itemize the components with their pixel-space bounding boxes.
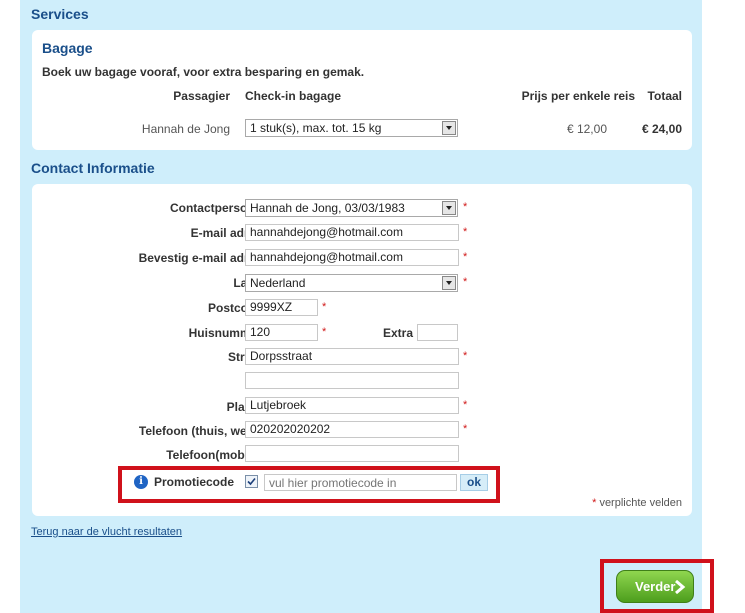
back-to-results-link[interactable]: Terug naar de vlucht resultaten [31, 526, 182, 538]
plaats-field[interactable]: Lutjebroek [245, 397, 459, 414]
chevron-down-icon [442, 201, 456, 215]
contactpersoon-select[interactable]: Hannah de Jong, 03/03/1983 [245, 199, 458, 217]
required-mark: * [322, 326, 327, 338]
required-note: * verplichte velden [592, 497, 682, 509]
chevron-down-icon [442, 276, 456, 290]
land-value: Nederland [250, 276, 306, 290]
contactpersoon-value: Hannah de Jong, 03/03/1983 [250, 201, 405, 215]
chevron-right-icon [675, 580, 686, 594]
verder-button[interactable]: Verder [616, 570, 694, 603]
required-mark: * [463, 350, 468, 362]
checkin-bagage-select[interactable]: 1 stuk(s), max. tot. 15 kg [245, 119, 458, 137]
huisnummer-field[interactable]: 120 [245, 324, 318, 341]
telefoon-field[interactable]: 020202020202 [245, 421, 459, 438]
header-passenger: Passagier [173, 89, 230, 103]
straat-field-2[interactable] [245, 372, 459, 389]
required-mark: * [463, 423, 468, 435]
checkin-bagage-value: 1 stuk(s), max. tot. 15 kg [250, 121, 382, 135]
email-confirm-label: Bevestig e-mail adres [138, 251, 262, 265]
postcode-field[interactable]: 9999XZ [245, 299, 318, 316]
contact-title: Contact Informatie [31, 160, 155, 176]
required-mark: * [463, 399, 468, 411]
telefoon-mobiel-field[interactable] [245, 445, 459, 462]
bagage-title: Bagage [42, 40, 93, 56]
email-field[interactable]: hannahdejong@hotmail.com [245, 224, 459, 241]
extra-field[interactable] [417, 324, 458, 341]
promo-highlight-box [118, 466, 500, 503]
required-mark: * [322, 301, 327, 313]
verder-label: Verder [635, 579, 676, 594]
required-mark: * [463, 226, 468, 238]
required-mark: * [463, 251, 468, 263]
header-checkin: Check-in bagage [245, 89, 342, 103]
header-price: Prijs per enkele reis [521, 89, 635, 103]
header-total: Totaal [647, 89, 682, 103]
required-mark: * [463, 276, 468, 288]
services-title: Services [31, 6, 89, 22]
land-select[interactable]: Nederland [245, 274, 458, 292]
chevron-down-icon [442, 121, 456, 135]
bagage-passenger-name: Hannah de Jong [141, 122, 230, 136]
email-confirm-field[interactable]: hannahdejong@hotmail.com [245, 249, 459, 266]
telefoon-label: Telefoon (thuis, werk) [138, 424, 262, 438]
bagage-card: Bagage Boek uw bagage vooraf, voor extra… [32, 30, 692, 150]
bagage-price: € 12,00 [566, 122, 607, 136]
extra-label: Extra [382, 326, 413, 340]
bagage-intro: Boek uw bagage vooraf, voor extra bespar… [42, 65, 365, 79]
bagage-total: € 24,00 [641, 122, 682, 136]
required-mark: * [463, 201, 468, 213]
straat-field[interactable]: Dorpsstraat [245, 348, 459, 365]
